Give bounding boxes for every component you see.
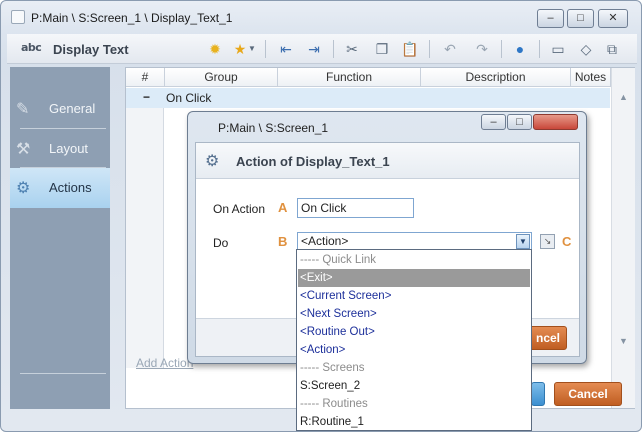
dialog-close-button[interactable] [533, 114, 578, 130]
marker-c: C [562, 234, 572, 249]
side-nav: ✎ General ⚒ Layout ⚙ Actions [10, 67, 110, 409]
do-dropdown-list: ----- Quick Link <Exit> <Current Screen>… [296, 249, 532, 431]
toolbar-separator [539, 40, 540, 58]
toolbar-separator [333, 40, 334, 58]
redo-icon[interactable]: ↷ [471, 38, 493, 60]
gear-icon: ⚙ [205, 153, 220, 170]
chevron-down-icon[interactable]: ▼ [516, 234, 530, 249]
toolbar: abc Display Text ✹ ★ ▼ ⇤ ⇥ ✂ ❐ 📋 ↶ ↷ ● ▭… [7, 34, 637, 64]
undo-icon[interactable]: ↶ [439, 38, 461, 60]
minimize-button[interactable]: – [537, 9, 564, 28]
list-item: ----- Screens [300, 362, 365, 374]
list-item[interactable]: R:Routine_1 [298, 413, 530, 431]
nav-item-label: Actions [49, 180, 92, 195]
nav-item-actions[interactable]: ⚙ Actions [10, 168, 110, 208]
marker-b: B [278, 234, 288, 249]
maximize-button[interactable]: □ [567, 9, 594, 28]
window-title: P:Main \ S:Screen_1 \ Display_Text_1 [31, 11, 233, 25]
copy-icon[interactable]: ❐ [371, 38, 393, 60]
table-row[interactable]: − On Click [126, 88, 610, 108]
cut-icon[interactable]: ✂ [341, 38, 363, 60]
list-item: ----- Quick Link [300, 254, 377, 266]
column-header[interactable]: Group [165, 68, 278, 87]
indent-right-icon[interactable]: ⇥ [303, 38, 325, 60]
nav-item-label: Layout [49, 141, 89, 156]
info-icon[interactable]: ● [509, 38, 531, 60]
nav-item-label: General [49, 101, 96, 116]
tag-icon[interactable]: ◇ [575, 38, 597, 60]
abc-logo-icon: abc [21, 41, 42, 54]
scroll-down-icon[interactable]: ▼ [619, 336, 628, 346]
nav-item-layout[interactable]: ⚒ Layout [10, 129, 110, 169]
indent-left-icon[interactable]: ⇤ [275, 38, 297, 60]
on-action-label: On Action [213, 202, 266, 216]
open-editor-icon[interactable]: ↘ [540, 234, 555, 249]
add-action-link[interactable]: Add Action [136, 356, 193, 370]
bulb-icon[interactable]: ✹ [204, 38, 226, 60]
collapse-toggle[interactable]: − [143, 90, 150, 104]
nav-item-general[interactable]: ✎ General [10, 89, 110, 129]
toolbar-separator [501, 40, 502, 58]
dialog-heading: Action of Display_Text_1 [236, 154, 390, 169]
do-select-value: <Action> [301, 234, 349, 248]
toolbar-separator [429, 40, 430, 58]
title-bar: P:Main \ S:Screen_1 \ Display_Text_1 – □… [1, 1, 641, 33]
list-item: ----- Routines [300, 398, 368, 410]
gears-icon: ⚙ [16, 180, 31, 197]
ok-button[interactable] [531, 382, 545, 406]
list-item[interactable]: <Exit> [298, 269, 530, 287]
comment-icon[interactable]: ▭ [547, 38, 569, 60]
list-item[interactable]: S:Screen_2 [298, 377, 530, 395]
close-button[interactable]: ✕ [598, 9, 628, 28]
dialog-header: ⚙ Action of Display_Text_1 [196, 143, 579, 179]
do-label: Do [213, 236, 229, 250]
app-icon [11, 10, 25, 24]
group-label: On Click [166, 91, 212, 105]
wrench-icon: ⚒ [16, 141, 31, 158]
nav-divider [20, 373, 106, 374]
list-item[interactable]: <Routine Out> [298, 323, 530, 341]
pencil-icon: ✎ [16, 101, 30, 118]
cancel-button[interactable]: Cancel [554, 382, 622, 406]
column-header[interactable]: # [126, 68, 165, 87]
scroll-up-icon[interactable]: ▲ [619, 92, 628, 102]
row-number-column [126, 108, 164, 368]
column-header[interactable]: Notes [571, 68, 611, 87]
vertical-scrollbar[interactable]: ▲ ▼ [611, 68, 635, 408]
on-action-field[interactable]: On Click [297, 198, 414, 218]
toolbar-separator [265, 40, 266, 58]
column-header[interactable]: Function [278, 68, 421, 87]
document-title: Display Text [53, 42, 129, 57]
dialog-minimize-button[interactable]: – [481, 114, 506, 130]
chevron-down-icon[interactable]: ▼ [247, 38, 257, 60]
paste-icon[interactable]: 📋 [399, 38, 421, 60]
dialog-title: P:Main \ S:Screen_1 [218, 121, 329, 135]
column-header[interactable]: Description [421, 68, 571, 87]
list-item[interactable]: <Action> [298, 341, 530, 359]
dialog-maximize-button[interactable]: □ [507, 114, 532, 130]
export-icon[interactable]: ⧉ [601, 38, 623, 60]
marker-a: A [278, 200, 288, 215]
list-item[interactable]: <Current Screen> [298, 287, 530, 305]
list-item[interactable]: <Next Screen> [298, 305, 530, 323]
